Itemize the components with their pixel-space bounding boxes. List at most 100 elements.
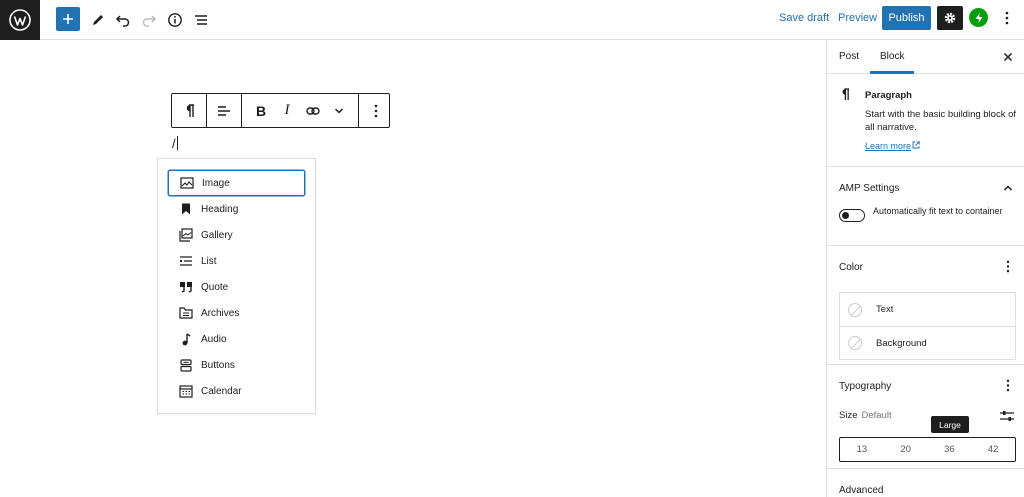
advanced-panel[interactable]: Advanced [827,469,1024,497]
panel-title: Color [839,262,863,273]
empty-swatch-icon [848,302,862,317]
font-size-option[interactable]: 42 [971,438,1015,461]
text-caret [176,136,178,150]
typography-panel: Typography Size Default 13 20 36 42 [827,365,1024,469]
block-switcher-group [172,94,207,127]
learn-more-text: Learn more [865,141,912,151]
bold-button[interactable]: B [248,94,274,127]
buttons-icon [179,358,193,372]
image-icon [180,176,194,190]
sidebar-tabs: Post Block [827,40,1024,74]
wordpress-icon [9,9,31,31]
inserter-item-label: Heading [201,203,239,215]
save-draft-button[interactable]: Save draft [779,12,829,24]
list-view-button[interactable] [189,6,213,34]
undo-icon [115,15,130,27]
align-button[interactable] [207,94,241,127]
auto-fit-text-toggle[interactable] [839,209,865,222]
quote-icon [179,280,193,294]
tab-block[interactable]: Block [869,51,916,74]
external-link-icon [912,141,920,149]
chevron-down-icon [334,107,344,114]
gallery-icon [179,228,193,242]
inserter-item-label: Buttons [201,359,235,371]
tab-post[interactable]: Post [839,51,859,62]
inserter-item-image[interactable]: Image [168,170,305,196]
custom-size-button[interactable] [999,409,1015,423]
archive-icon [179,306,193,320]
options-menu-button[interactable] [998,8,1016,28]
tools-button[interactable] [86,6,110,34]
redo-button[interactable] [137,6,161,34]
block-switcher-button[interactable] [172,94,206,127]
inserter-item-list[interactable]: List [168,248,305,274]
preview-button[interactable]: Preview [838,12,877,24]
block-options-button[interactable] [359,94,393,127]
list-view-icon [195,15,207,25]
learn-more-link[interactable]: Learn more [865,141,920,151]
more-formats-button[interactable] [326,94,352,127]
size-tooltip: Large [931,416,969,433]
inserter-item-label: Quote [201,281,229,293]
block-card-title: Paragraph [865,90,912,101]
link-button[interactable] [300,94,326,127]
block-inserter-button[interactable] [56,7,80,31]
kebab-icon [1006,260,1010,272]
inserter-item-quote[interactable]: Quote [168,274,305,300]
wordpress-logo-button[interactable] [0,0,40,40]
inserter-item-calendar[interactable]: Calendar [168,378,305,404]
font-size-option[interactable]: 36 [928,438,972,461]
inserter-item-archives[interactable]: Archives [168,300,305,326]
color-options-button[interactable] [1001,258,1015,274]
chevron-up-icon [1003,185,1013,191]
inserter-item-label: Calendar [201,385,242,397]
editor-header: Save draft Preview Publish [0,0,1024,40]
inserter-item-label: Archives [201,307,240,319]
toggle-knob [842,211,849,219]
settings-button[interactable] [937,6,963,30]
size-value: Default [861,410,892,421]
align-left-icon [218,105,230,116]
inserter-item-audio[interactable]: Audio [168,326,305,352]
color-row-label: Text [876,304,894,315]
jetpack-icon [975,12,982,23]
italic-button[interactable]: I [274,94,300,127]
block-autocomplete-popover: Image Heading Gallery List Quote Archive… [157,158,316,414]
inserter-item-label: Gallery [201,229,233,241]
font-size-option[interactable]: 20 [884,438,928,461]
typography-options-button[interactable] [1001,377,1015,393]
paragraph-block[interactable]: / [172,136,178,151]
kebab-icon [374,104,378,117]
details-button[interactable] [163,6,187,34]
format-group: B I [242,94,359,127]
panel-toggle-button[interactable] [1001,181,1015,195]
toggle-label: Automatically fit text to container [873,206,1003,216]
link-icon [306,106,320,115]
inserter-item-label: List [201,255,217,267]
font-size-option[interactable]: 13 [840,438,884,461]
inserter-item-gallery[interactable]: Gallery [168,222,305,248]
settings-sidebar: Post Block Paragraph Start with the basi… [826,40,1024,497]
color-text-row[interactable]: Text [840,293,1015,326]
amp-settings-panel: AMP Settings Automatically fit text to c… [827,167,1024,246]
publish-button[interactable]: Publish [882,6,931,30]
block-card-description: Start with the basic building block of a… [865,109,1017,133]
sliders-icon [1000,411,1014,421]
color-background-row[interactable]: Background [840,326,1015,359]
color-settings-list: Text Background [839,292,1016,360]
inserter-item-buttons[interactable]: Buttons [168,352,305,378]
kebab-icon [1005,11,1009,25]
inserter-item-heading[interactable]: Heading [168,196,305,222]
panel-title: Advanced [839,485,884,496]
empty-swatch-icon [848,336,862,350]
block-card: Paragraph Start with the basic building … [827,74,1024,167]
font-size-label: Size Default [839,410,892,421]
jetpack-button[interactable] [969,8,988,27]
panel-title: AMP Settings [839,183,900,194]
size-label-text: Size [839,410,858,421]
undo-button[interactable] [111,6,135,34]
bookmark-icon [179,202,193,216]
gear-icon [944,12,956,24]
inserter-item-label: Image [202,177,230,189]
close-sidebar-button[interactable] [1001,50,1015,64]
